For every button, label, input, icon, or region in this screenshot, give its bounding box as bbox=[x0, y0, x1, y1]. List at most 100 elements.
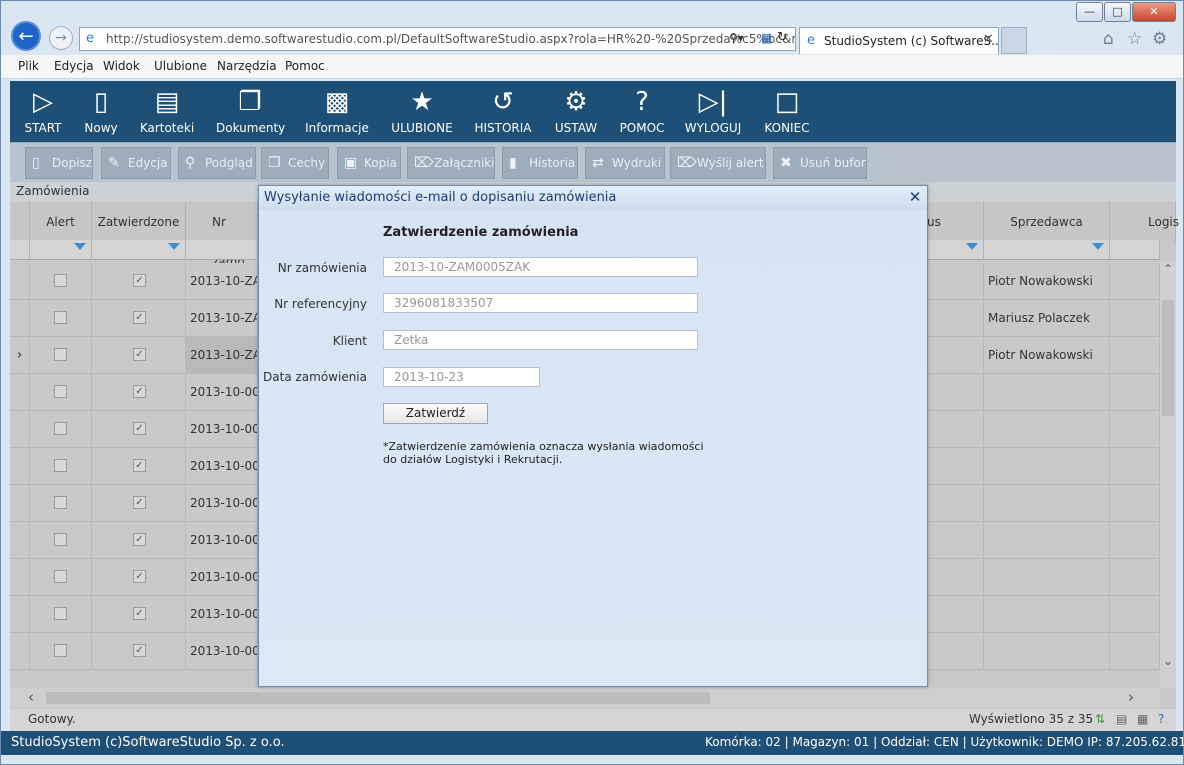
logistics-cell[interactable] bbox=[1110, 633, 1160, 669]
order-number-cell[interactable]: 2013-10-ZA bbox=[186, 263, 258, 299]
client-field[interactable]: Zetka bbox=[383, 330, 698, 350]
order-number-cell[interactable]: 2013-10-00 bbox=[186, 374, 258, 410]
approved-checkbox[interactable]: ✓ bbox=[133, 496, 146, 509]
settings-icon[interactable]: ▦ bbox=[1137, 709, 1148, 729]
logistics-cell[interactable] bbox=[1110, 337, 1160, 373]
approved-checkbox[interactable]: ✓ bbox=[133, 570, 146, 583]
row-indicator[interactable] bbox=[10, 633, 30, 669]
export-icon[interactable]: ▤ bbox=[1116, 709, 1127, 729]
reference-number-field[interactable]: 3296081833507 bbox=[383, 293, 698, 313]
approved-checkbox[interactable]: ✓ bbox=[133, 607, 146, 620]
row-indicator[interactable] bbox=[10, 596, 30, 632]
maximize-button[interactable]: □ bbox=[1104, 2, 1131, 22]
filter-alert[interactable] bbox=[30, 240, 92, 260]
approved-checkbox[interactable]: ✓ bbox=[133, 385, 146, 398]
order-number-field[interactable]: 2013-10-ZAM0005ZAK bbox=[383, 257, 698, 277]
historia-button[interactable]: ▮ Historia bbox=[502, 147, 578, 179]
search-icon[interactable]: ⚲▾ bbox=[729, 31, 744, 45]
alert-cell[interactable] bbox=[30, 633, 92, 669]
toolbar-ulubione[interactable]: ★ ULUBIONE bbox=[390, 85, 454, 135]
row-indicator[interactable]: › bbox=[10, 337, 30, 373]
approved-cell[interactable]: ✓ bbox=[92, 337, 186, 373]
alert-cell[interactable] bbox=[30, 522, 92, 558]
settings-gear-icon[interactable]: ⚙ bbox=[1152, 29, 1167, 49]
order-date-field[interactable]: 2013-10-23 bbox=[383, 367, 540, 387]
menu-ulubione[interactable]: Ulubione bbox=[154, 59, 207, 73]
scroll-left-icon[interactable]: ‹ bbox=[28, 688, 34, 706]
row-indicator[interactable] bbox=[10, 485, 30, 521]
alert-checkbox[interactable] bbox=[54, 311, 67, 324]
logistics-cell[interactable] bbox=[1110, 411, 1160, 447]
scrollbar-thumb[interactable] bbox=[1162, 300, 1174, 416]
seller-cell[interactable] bbox=[984, 448, 1110, 484]
seller-cell[interactable] bbox=[984, 596, 1110, 632]
seller-cell[interactable] bbox=[984, 485, 1110, 521]
order-number-cell[interactable]: 2013-10-ZA bbox=[186, 300, 258, 336]
approved-cell[interactable]: ✓ bbox=[92, 596, 186, 632]
filter-order-no[interactable] bbox=[186, 240, 258, 260]
toolbar-dokumenty[interactable]: ❐ Dokumenty bbox=[216, 85, 285, 135]
alert-checkbox[interactable] bbox=[54, 570, 67, 583]
order-number-cell[interactable]: 2013-10-00 bbox=[186, 633, 258, 669]
scroll-down-icon[interactable]: ⌄ bbox=[1163, 654, 1173, 668]
row-indicator[interactable] bbox=[10, 411, 30, 447]
alert-checkbox[interactable] bbox=[54, 496, 67, 509]
confirm-button[interactable]: Zatwierdź bbox=[383, 403, 488, 424]
order-number-cell[interactable]: 2013-10-00 bbox=[186, 559, 258, 595]
seller-cell[interactable] bbox=[984, 522, 1110, 558]
podglad-button[interactable]: ⚲ Podgląd bbox=[178, 147, 256, 179]
row-indicator[interactable] bbox=[10, 374, 30, 410]
seller-cell[interactable] bbox=[984, 374, 1110, 410]
seller-cell[interactable]: Mariusz Polaczek bbox=[984, 300, 1110, 336]
filter-icon[interactable] bbox=[1092, 243, 1104, 250]
approved-checkbox[interactable]: ✓ bbox=[133, 644, 146, 657]
new-tab-button[interactable] bbox=[1001, 27, 1027, 54]
forward-button[interactable]: → bbox=[49, 26, 73, 50]
approved-cell[interactable]: ✓ bbox=[92, 411, 186, 447]
order-number-cell[interactable]: 2013-10-00 bbox=[186, 411, 258, 447]
order-number-cell[interactable]: 2013-10-00 bbox=[186, 596, 258, 632]
menu-edycja[interactable]: Edycja bbox=[54, 59, 94, 73]
order-number-cell[interactable]: 2013-10-00 bbox=[186, 448, 258, 484]
seller-cell[interactable]: Piotr Nowakowski bbox=[984, 263, 1110, 299]
row-indicator[interactable] bbox=[10, 522, 30, 558]
row-indicator[interactable] bbox=[10, 263, 30, 299]
column-header-approved[interactable]: Zatwierdzone bbox=[92, 202, 186, 242]
alert-checkbox[interactable] bbox=[54, 607, 67, 620]
approved-cell[interactable]: ✓ bbox=[92, 263, 186, 299]
compatibility-icon[interactable]: ▦ bbox=[761, 31, 772, 45]
toolbar-historia[interactable]: ↺ HISTORIA bbox=[472, 85, 534, 135]
approved-cell[interactable]: ✓ bbox=[92, 300, 186, 336]
alert-cell[interactable] bbox=[30, 485, 92, 521]
vertical-scrollbar[interactable]: ⌃ ⌄ bbox=[1160, 262, 1176, 688]
dialog-close-icon[interactable]: ✕ bbox=[906, 188, 924, 206]
close-tab-icon[interactable]: ✕ bbox=[983, 32, 994, 47]
approved-checkbox[interactable]: ✓ bbox=[133, 533, 146, 546]
minimize-button[interactable]: — bbox=[1076, 2, 1103, 22]
seller-cell[interactable] bbox=[984, 633, 1110, 669]
edycja-button[interactable]: ✎ Edycja bbox=[101, 147, 171, 179]
column-header-logistics[interactable]: Logis bbox=[1110, 202, 1179, 242]
toolbar-ustaw[interactable]: ⚙ USTAW bbox=[553, 85, 599, 135]
address-bar[interactable]: e http://studiosystem.demo.softwarestudi… bbox=[79, 27, 796, 51]
status-cell[interactable] bbox=[927, 411, 984, 447]
seller-cell[interactable]: Piotr Nowakowski bbox=[984, 337, 1110, 373]
alert-cell[interactable] bbox=[30, 263, 92, 299]
favorites-star-icon[interactable]: ☆ bbox=[1127, 29, 1142, 49]
order-number-cell[interactable]: 2013-10-00 bbox=[186, 522, 258, 558]
approved-cell[interactable]: ✓ bbox=[92, 448, 186, 484]
logistics-cell[interactable] bbox=[1110, 448, 1160, 484]
approved-cell[interactable]: ✓ bbox=[92, 485, 186, 521]
filter-approved[interactable] bbox=[92, 240, 186, 260]
logistics-cell[interactable] bbox=[1110, 374, 1160, 410]
alert-cell[interactable] bbox=[30, 411, 92, 447]
refresh-icon[interactable]: ⇅ bbox=[1095, 709, 1105, 729]
filter-icon[interactable] bbox=[74, 243, 86, 250]
logistics-cell[interactable] bbox=[1110, 300, 1160, 336]
order-number-cell[interactable]: 2013-10-ZA bbox=[186, 337, 258, 373]
alert-checkbox[interactable] bbox=[54, 644, 67, 657]
approved-cell[interactable]: ✓ bbox=[92, 522, 186, 558]
filter-seller[interactable] bbox=[984, 240, 1110, 260]
status-cell[interactable] bbox=[927, 263, 984, 299]
logistics-cell[interactable] bbox=[1110, 263, 1160, 299]
